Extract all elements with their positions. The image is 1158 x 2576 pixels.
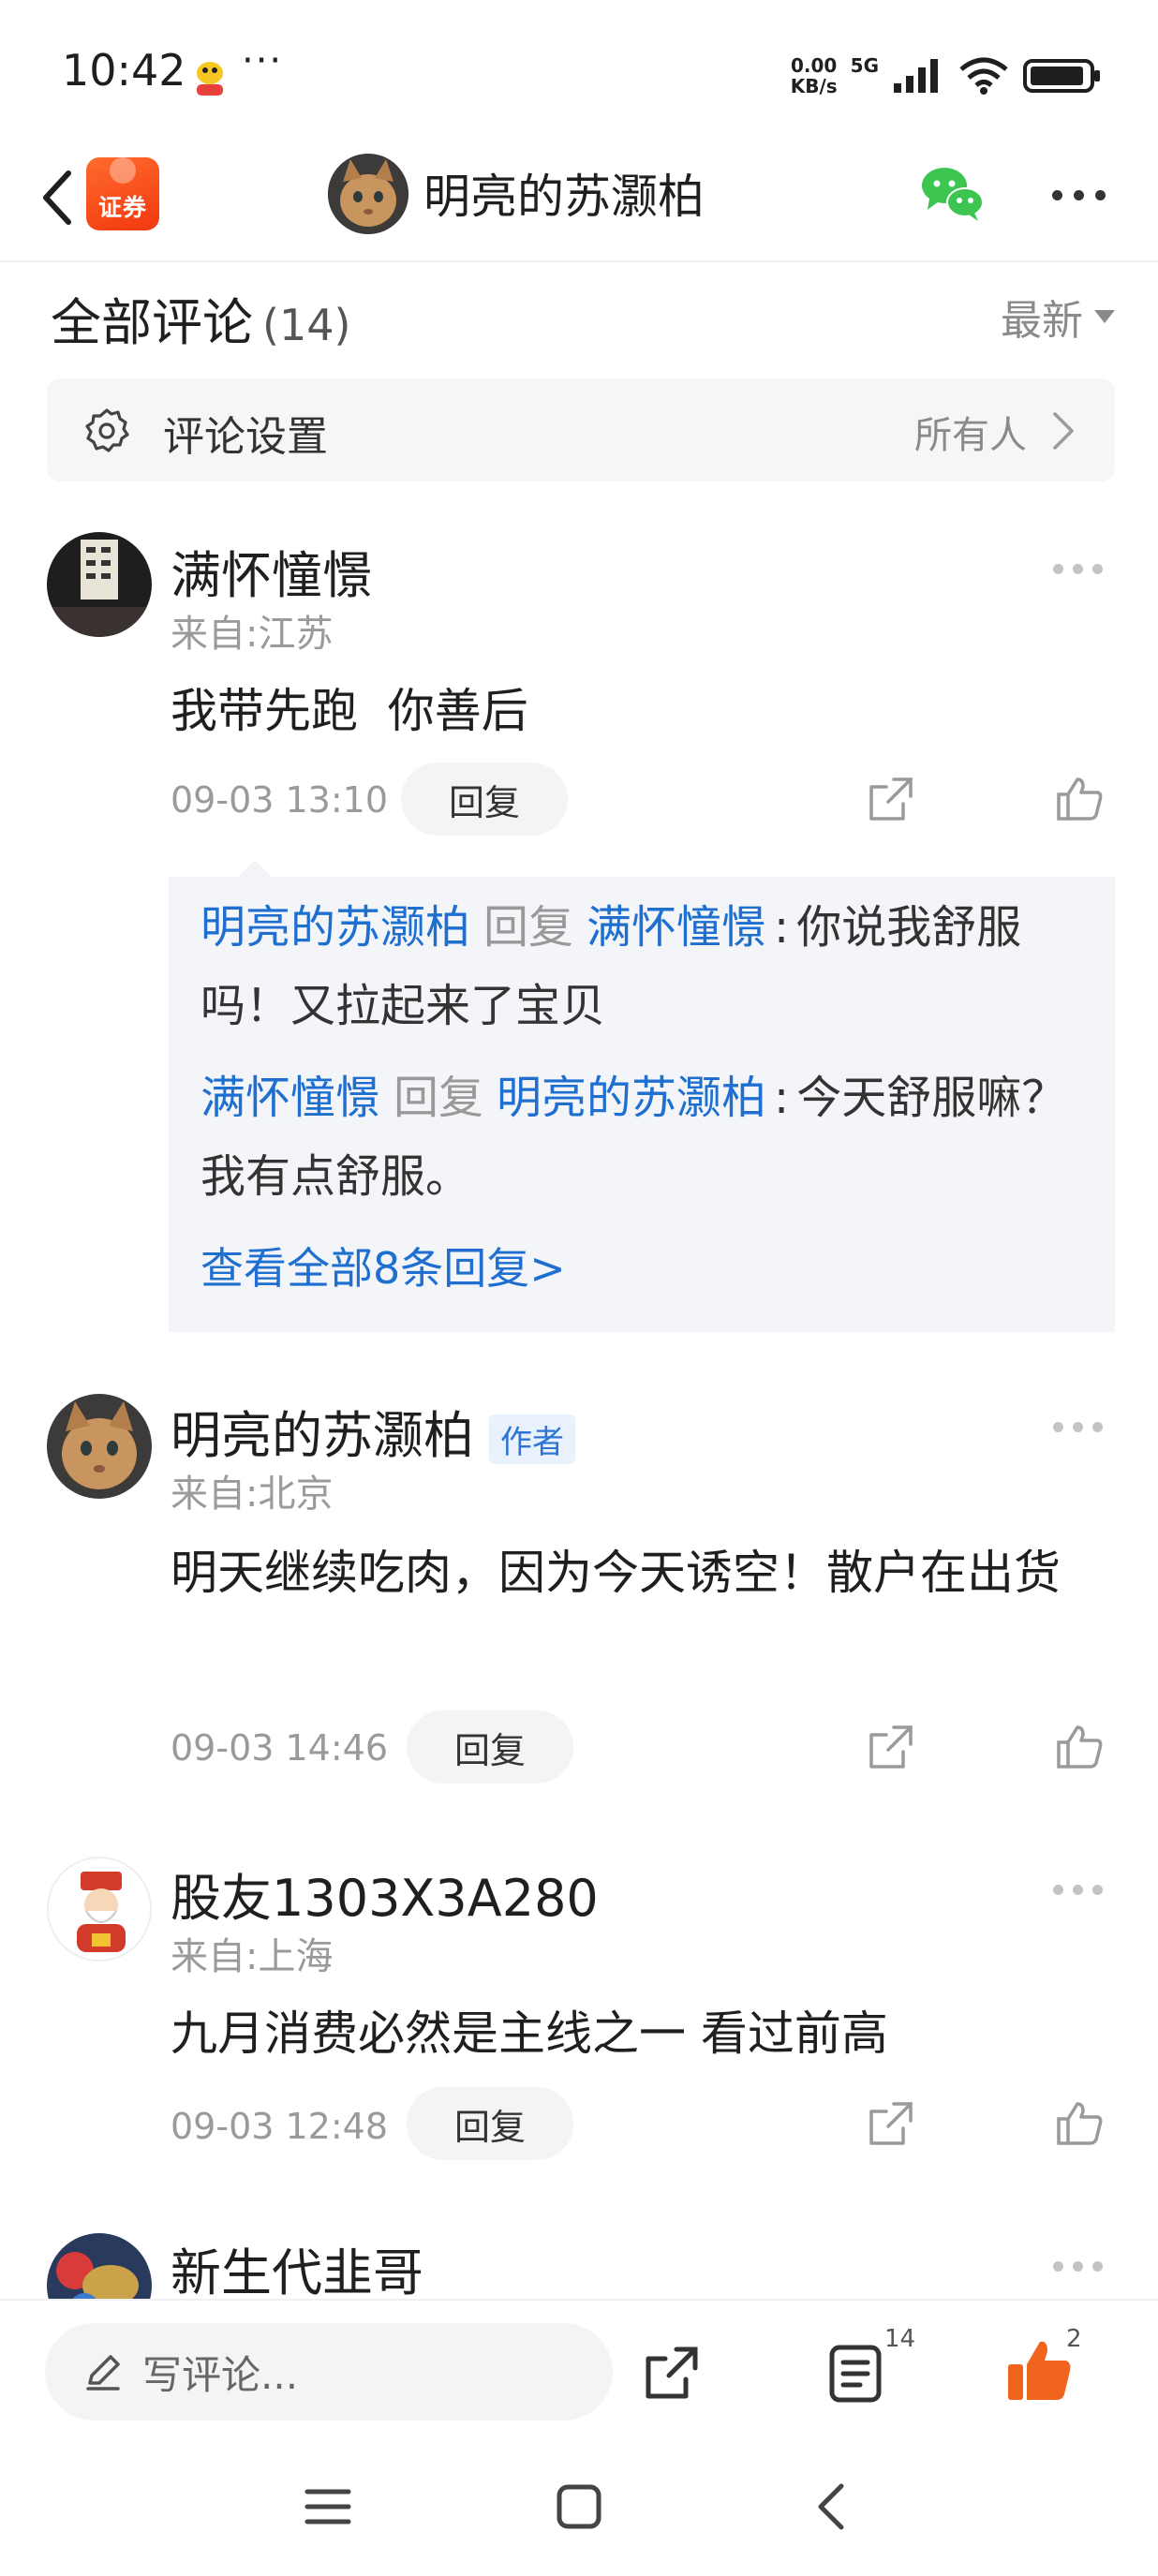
view-all-replies-link[interactable]: 查看全部8条回复>: [200, 1235, 566, 1296]
reply-verb: 回复: [393, 1072, 484, 1124]
comments-title: 全部评论: [51, 293, 253, 352]
net-speed-value: 0.00: [791, 54, 838, 77]
replies-box[interactable]: 明亮的苏灏柏 回复 满怀憧憬: 你说我舒服吗！又拉起来了宝贝 满怀憧憬 回复 明亮的苏灏柏…: [169, 877, 1115, 1332]
comment-author[interactable]: 股友1303X3A280: [171, 1857, 599, 1931]
comment-settings-row[interactable]: 评论设置 所有人: [47, 378, 1115, 481]
comment-author-name: 明亮的苏灏柏: [171, 1406, 474, 1465]
back-nav-icon[interactable]: [806, 2479, 862, 2535]
comment-text: 明天继续吃肉，因为今天诱空！散户在出货: [171, 1546, 1061, 1600]
more-icon: [1051, 189, 1062, 200]
sort-label: 最新: [1001, 297, 1083, 345]
comment-time: 09-03 13:10: [171, 779, 389, 821]
share-icon[interactable]: [866, 1722, 916, 1772]
reply-from-user[interactable]: 明亮的苏灏柏: [200, 901, 470, 954]
menu-icon[interactable]: [300, 2479, 356, 2535]
reply-item: 满怀憧憬 回复 明亮的苏灏柏: 今天舒服嘛？我有点舒服。: [200, 1072, 1067, 1203]
net-speed: 0.00 KB/s: [791, 55, 838, 96]
comment-author[interactable]: 明亮的苏灏柏 作者: [171, 1394, 575, 1468]
comment-location: 来自:北京: [171, 1473, 334, 1516]
comment-count-badge: 14: [884, 2325, 916, 2353]
comment-text: 我带先跑 你善后: [171, 684, 528, 738]
comments-list-icon[interactable]: [826, 2342, 888, 2404]
status-bar: 10:42 ··· 0.00 KB/s 5G: [0, 0, 1158, 141]
chevron-right-icon: [1053, 412, 1074, 450]
more-icon: [1053, 564, 1063, 574]
more-icon: [1053, 1885, 1063, 1895]
more-button[interactable]: [1046, 184, 1111, 206]
avatar[interactable]: [47, 1394, 152, 1499]
reply-button[interactable]: 回复: [401, 762, 568, 836]
avatar[interactable]: [47, 532, 152, 637]
comment-more-button[interactable]: [1053, 1422, 1106, 1435]
share-icon[interactable]: [866, 774, 916, 824]
comment-more-button[interactable]: [1053, 1885, 1106, 1898]
thumbs-up-icon[interactable]: [1055, 774, 1106, 824]
wechat-icon: [922, 168, 984, 221]
thumbs-up-icon[interactable]: [1055, 2098, 1106, 2149]
page-title: 明亮的苏灏柏: [423, 170, 705, 224]
gear-icon: [85, 408, 129, 452]
comment-author[interactable]: 新生代韭哥: [171, 2231, 423, 2305]
reply-to-user[interactable]: 明亮的苏灏柏: [497, 1072, 766, 1124]
network-type: 5G: [850, 54, 879, 77]
share-icon[interactable]: [643, 2344, 701, 2402]
comment-more-button[interactable]: [1053, 564, 1106, 577]
pencil-icon: [86, 2355, 120, 2391]
reply-verb: 回复: [483, 901, 574, 954]
comment-author[interactable]: 满怀憧憬: [171, 534, 373, 608]
comment-time: 09-03 14:46: [171, 1727, 389, 1769]
reply-from-user[interactable]: 满怀憧憬: [200, 1072, 380, 1124]
write-comment-input[interactable]: 写评论...: [45, 2323, 613, 2421]
bottom-action-bar: 写评论... 14 2: [0, 2299, 1158, 2439]
status-indicators: 0.00 KB/s 5G: [791, 52, 1102, 99]
wifi-icon: [959, 57, 1008, 95]
replies-notch: [236, 860, 274, 879]
header-avatar[interactable]: [328, 154, 408, 234]
back-icon: [43, 170, 71, 225]
comment-location: 来自:上海: [171, 1935, 334, 1978]
broker-badge-label: 证券: [97, 194, 147, 221]
thumbs-up-filled-icon[interactable]: [1004, 2336, 1074, 2406]
sort-dropdown[interactable]: 最新: [1001, 287, 1115, 347]
comment-text: 九月消费必然是主线之一 看过前高: [171, 2006, 888, 2061]
yellow-duck-app-icon: [187, 54, 232, 99]
reply-button[interactable]: 回复: [407, 2087, 573, 2160]
broker-logo-icon: [110, 157, 136, 184]
battery-icon: [1023, 59, 1100, 93]
more-icon: [1053, 2261, 1063, 2272]
like-count-badge: 2: [1066, 2325, 1082, 2353]
reply-to-user[interactable]: 满怀憧憬: [586, 901, 766, 954]
avatar[interactable]: [47, 1857, 152, 1962]
settings-label: 评论设置: [163, 413, 328, 461]
comment-time: 09-03 12:48: [171, 2106, 389, 2147]
share-icon[interactable]: [866, 2098, 916, 2149]
reply-button[interactable]: 回复: [407, 1710, 573, 1784]
broker-badge[interactable]: 证券: [86, 157, 159, 230]
signal-icon: [894, 59, 938, 93]
system-nav-bar: [0, 2439, 1158, 2576]
comments-header: 全部评论 (14) 最新: [51, 281, 1115, 356]
input-placeholder: 写评论...: [142, 2351, 299, 2398]
back-button[interactable]: [24, 165, 90, 230]
status-more-dots: ···: [242, 39, 284, 82]
header: 证券 明亮的苏灏柏: [0, 141, 1158, 262]
comment-more-button[interactable]: [1053, 2261, 1106, 2274]
status-time: 10:42: [62, 45, 186, 96]
reply-item: 明亮的苏灏柏 回复 满怀憧憬: 你说我舒服吗！又拉起来了宝贝: [200, 901, 1022, 1032]
caret-down-icon: [1094, 310, 1115, 323]
more-icon: [1053, 1422, 1063, 1432]
thumbs-up-icon[interactable]: [1055, 1722, 1106, 1772]
net-speed-unit: KB/s: [790, 75, 838, 97]
wechat-share-button[interactable]: [918, 163, 986, 223]
home-icon[interactable]: [551, 2479, 607, 2535]
settings-value: 所有人: [914, 414, 1027, 457]
author-tag: 作者: [489, 1414, 575, 1464]
comment-location: 来自:江苏: [171, 613, 334, 656]
comments-count: (14): [262, 300, 351, 350]
